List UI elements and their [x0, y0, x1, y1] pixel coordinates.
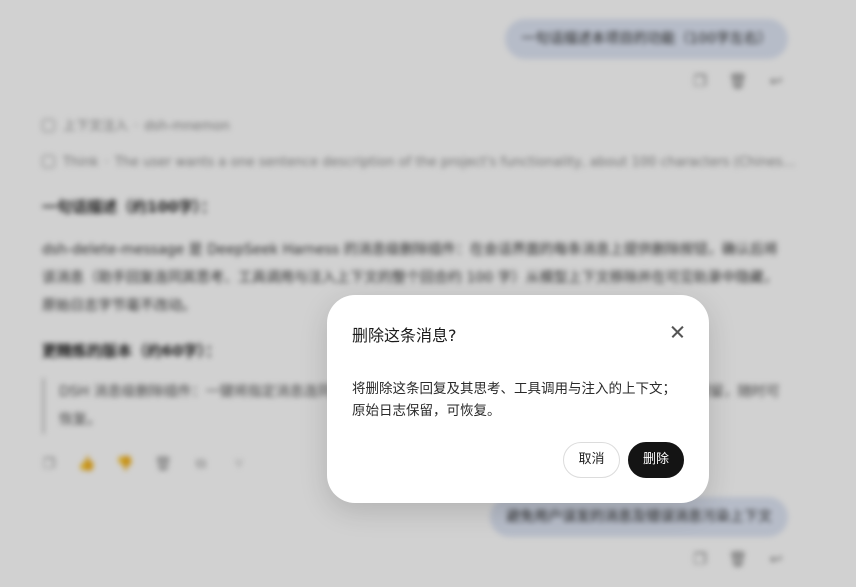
- delete-button[interactable]: 删除: [628, 442, 684, 478]
- dialog-message: 将删除这条回复及其思考、工具调用与注入的上下文；原始日志保留，可恢复。: [352, 381, 676, 419]
- dialog-title: 删除这条消息?: [352, 326, 457, 345]
- close-icon[interactable]: [667, 321, 689, 343]
- cancel-button[interactable]: 取消: [563, 442, 620, 478]
- delete-confirm-dialog: 删除这条消息? 将删除这条回复及其思考、工具调用与注入的上下文；原始日志保留，可…: [327, 295, 709, 503]
